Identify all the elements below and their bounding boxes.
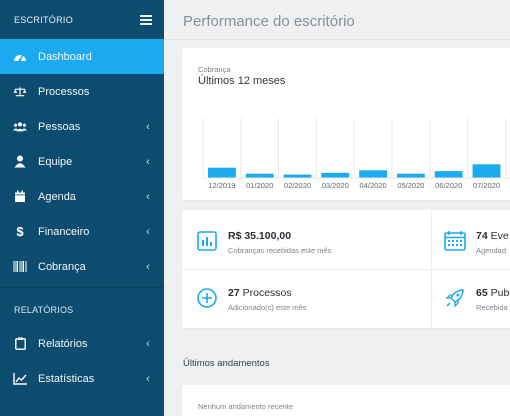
sidebar-item-pessoas[interactable]: Pessoas ‹ bbox=[0, 109, 164, 144]
recent-activity-card: Nenhum andamento recente bbox=[182, 385, 510, 416]
sidebar-item-financeiro[interactable]: $ Financeiro ‹ bbox=[0, 214, 164, 249]
chevron-left-icon: ‹ bbox=[146, 225, 150, 238]
section-title: Últimos andamentos bbox=[183, 358, 270, 369]
sidebar-item-agenda[interactable]: Agenda ‹ bbox=[0, 179, 164, 214]
clipboard-icon bbox=[13, 337, 27, 351]
sidebar-item-label: Processos bbox=[38, 85, 90, 98]
chevron-left-icon: ‹ bbox=[146, 190, 150, 203]
chart-bar[interactable] bbox=[283, 174, 312, 178]
bar-chart-icon bbox=[196, 230, 218, 252]
stat-description: Recebida bbox=[476, 303, 508, 312]
sidebar-item-cobranca[interactable]: Cobrança ‹ bbox=[0, 249, 164, 284]
bar-chart: 12/2019 01/2020 02/2020 03/2020 04/2020 05/20… bbox=[202, 118, 510, 190]
calendar-grid-icon bbox=[444, 230, 466, 252]
chart-tick-label: 01/2020 bbox=[246, 181, 273, 190]
sidebar-item-dashboard[interactable]: Dashboard bbox=[0, 39, 164, 74]
sidebar-item-label: Agenda bbox=[38, 190, 76, 203]
dollar-icon: $ bbox=[16, 224, 24, 239]
stat-eventos[interactable]: 74 Eve Agendad bbox=[444, 230, 509, 255]
chart-tick-label: 03/2020 bbox=[322, 181, 349, 190]
chevron-left-icon: ‹ bbox=[146, 260, 150, 273]
stat-description: Adicionado(s) este mês bbox=[228, 303, 307, 312]
chart-bar[interactable] bbox=[321, 172, 350, 178]
chevron-left-icon: ‹ bbox=[146, 155, 150, 168]
sidebar-item-estatisticas[interactable]: Estatísticas ‹ bbox=[0, 361, 164, 396]
calendar-icon bbox=[13, 190, 27, 204]
sidebar-item-label: Estatísticas bbox=[38, 372, 95, 385]
stat-cobrancas[interactable]: R$ 35.100,00 Cobranças recebidas este mê… bbox=[196, 230, 331, 255]
chevron-left-icon: ‹ bbox=[146, 372, 150, 385]
stat-value: R$ 35.100,00 bbox=[228, 230, 292, 242]
sidebar-title: ESCRITÓRIO bbox=[14, 14, 74, 25]
empty-state-text: Nenhum andamento recente bbox=[198, 402, 294, 411]
sidebar-item-label: Cobrança bbox=[38, 260, 86, 273]
chart-bar[interactable] bbox=[245, 173, 274, 178]
stat-value: 27 Processos bbox=[228, 287, 292, 299]
page-title: Performance do escritório bbox=[183, 13, 355, 30]
menu-icon[interactable] bbox=[140, 15, 152, 25]
chart-tick-label: 04/2020 bbox=[360, 181, 387, 190]
sidebar-item-label: Financeiro bbox=[38, 225, 90, 238]
scales-icon bbox=[13, 85, 27, 99]
stat-publicacoes[interactable]: 65 Publ Recebida bbox=[444, 287, 510, 312]
sidebar-item-label: Pessoas bbox=[38, 120, 81, 133]
line-chart-icon bbox=[13, 372, 27, 386]
barcode-icon bbox=[13, 260, 27, 274]
sidebar-header: ESCRITÓRIO bbox=[0, 0, 164, 40]
header-divider bbox=[164, 39, 510, 40]
stat-description: Agendad bbox=[476, 246, 507, 255]
chart-tick-label: 02/2020 bbox=[284, 181, 311, 190]
sidebar-reports-nav: Relatórios ‹ Estatísticas ‹ bbox=[0, 326, 164, 396]
sidebar-item-label: Equipe bbox=[38, 155, 73, 168]
stat-value: 74 Eve bbox=[476, 230, 509, 242]
chart-bar[interactable] bbox=[397, 173, 425, 178]
stat-description: Cobranças recebidas este mês bbox=[228, 246, 332, 255]
sidebar-item-label: Relatórios bbox=[38, 337, 88, 350]
dashboard-icon bbox=[13, 50, 27, 64]
chart-tick-label: 05/2020 bbox=[397, 181, 424, 190]
chart-bar[interactable] bbox=[359, 170, 387, 178]
people-icon bbox=[13, 120, 27, 134]
chart-card: Cobrança Últimos 12 meses 12/2019 01/2020… bbox=[182, 48, 510, 200]
sidebar-item-processos[interactable]: Processos bbox=[0, 74, 164, 109]
chevron-left-icon: ‹ bbox=[146, 337, 150, 350]
chevron-left-icon: ‹ bbox=[146, 120, 150, 133]
stats-card: R$ 35.100,00 Cobranças recebidas este mê… bbox=[182, 210, 510, 328]
sidebar-item-relatorios[interactable]: Relatórios ‹ bbox=[0, 326, 164, 361]
sidebar-item-label: Dashboard bbox=[38, 50, 92, 63]
stat-processos[interactable]: 27 Processos Adicionado(s) este mês bbox=[196, 287, 306, 312]
chart-bar[interactable] bbox=[472, 164, 501, 178]
sidebar-section-label: RELATÓRIOS bbox=[14, 305, 74, 315]
user-icon bbox=[13, 155, 27, 169]
chart-tick-label: 12/2019 bbox=[208, 181, 235, 190]
chart-bar[interactable] bbox=[434, 171, 463, 178]
chart-bar[interactable] bbox=[208, 167, 236, 178]
plus-circle-icon bbox=[196, 287, 218, 309]
sidebar-nav: Dashboard Processos Pessoas ‹ Equipe ‹ A… bbox=[0, 39, 164, 284]
stats-divider bbox=[182, 269, 510, 270]
sidebar-divider bbox=[0, 287, 164, 288]
chart-tick-label: 07/2020 bbox=[473, 181, 500, 190]
chart-tick-label: 06/2020 bbox=[435, 181, 462, 190]
sidebar-item-equipe[interactable]: Equipe ‹ bbox=[0, 144, 164, 179]
stat-value: 65 Publ bbox=[476, 287, 510, 299]
sidebar: ESCRITÓRIO Dashboard Processos Pessoas ‹ bbox=[0, 0, 164, 416]
rocket-icon bbox=[444, 287, 466, 309]
